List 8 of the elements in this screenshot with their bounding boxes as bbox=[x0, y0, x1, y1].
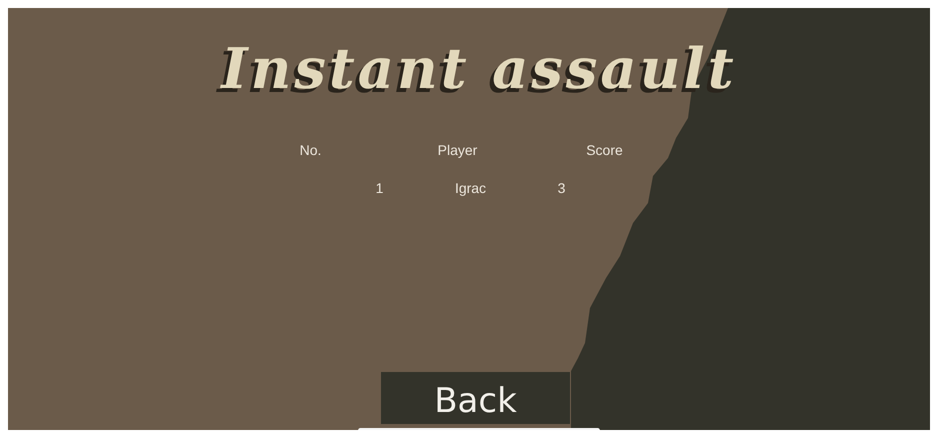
table-cell: 3 bbox=[558, 180, 566, 196]
back-button[interactable]: Back bbox=[381, 372, 570, 424]
column-header: Score bbox=[586, 142, 623, 158]
column-header: Player bbox=[438, 142, 478, 158]
table-cell: 1 bbox=[376, 180, 384, 196]
table-cell: Igrac bbox=[454, 180, 486, 196]
column-header: No. bbox=[300, 142, 322, 158]
game-title: Instant assault bbox=[219, 36, 737, 102]
